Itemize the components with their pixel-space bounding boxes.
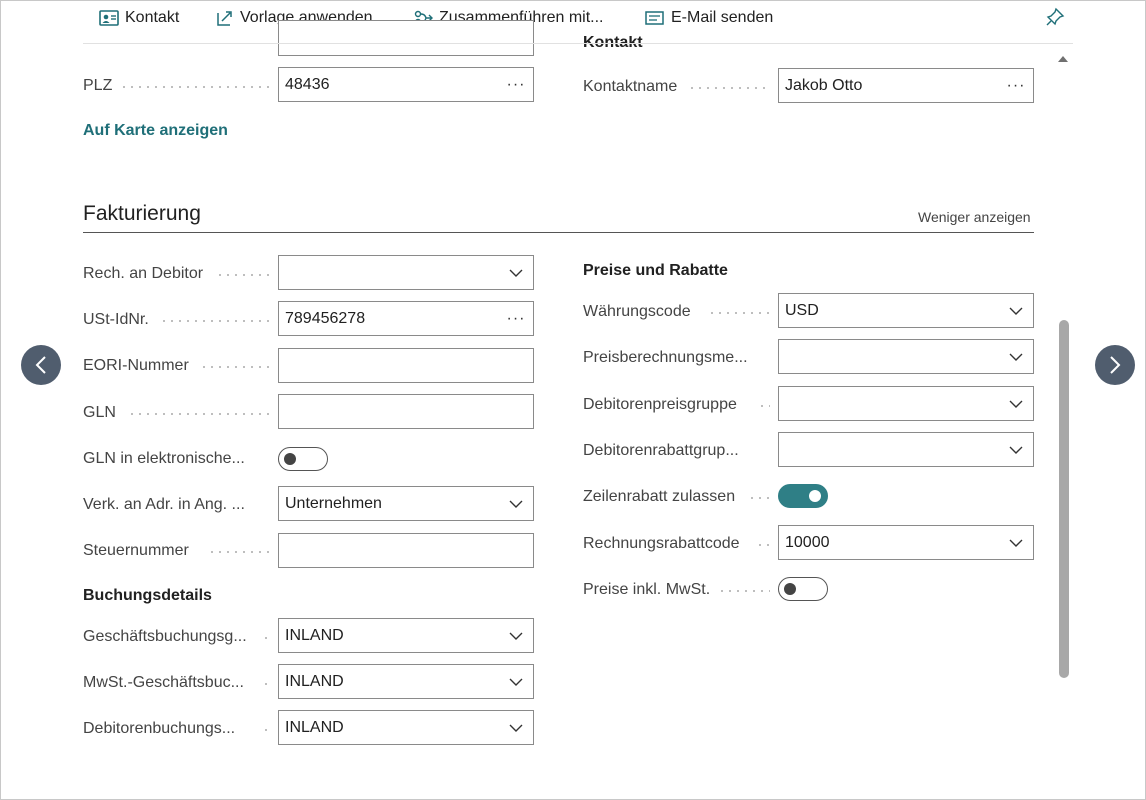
label-leader [748,497,770,499]
toggle-knob [284,453,296,465]
customer-posting-value: INLAND [285,718,344,736]
email-icon [645,11,664,25]
show-less-link[interactable]: Weniger anzeigen [918,209,1031,225]
chevron-down-icon[interactable] [999,446,1033,454]
previous-record-button[interactable] [21,345,61,385]
label-leader [758,405,770,407]
bill-to-dropdown[interactable] [278,255,534,290]
line-discount-label: Zeilenrabatt zulassen [583,488,736,505]
label-leader [756,544,770,546]
ship-addr-value: Unternehmen [285,494,382,512]
currency-dropdown[interactable]: USD [778,293,1034,328]
chevron-down-icon[interactable] [499,724,533,732]
contact-name-label: Kontaktname [583,78,678,95]
tax-no-label: Steuernummer [83,542,189,559]
bill-to-label: Rech. an Debitor [83,265,204,282]
chevron-down-icon[interactable] [499,678,533,686]
currency-value: USD [785,301,819,319]
next-record-button[interactable] [1095,345,1135,385]
price-calc-dropdown[interactable] [778,339,1034,374]
lookup-ellipsis-icon[interactable]: ··· [999,77,1033,95]
contact-action[interactable]: Kontakt [99,7,179,29]
label-leader [262,729,270,731]
contact-card-icon [99,10,119,26]
send-email-label: E-Mail senden [671,9,774,26]
toggle-knob [809,490,821,502]
eori-label: EORI-Nummer [83,357,189,374]
gln-field[interactable] [278,394,534,429]
price-group-dropdown[interactable] [778,386,1034,421]
customer-posting-dropdown[interactable]: INLAND [278,710,534,745]
vat-id-field[interactable]: 789456278 ··· [278,301,534,336]
lookup-ellipsis-icon[interactable]: ··· [499,310,533,328]
label-leader [262,683,270,685]
address-field-partial[interactable] [278,20,534,56]
label-leader [216,274,270,276]
chevron-down-icon[interactable] [999,307,1033,315]
vat-bus-posting-dropdown[interactable]: INLAND [278,664,534,699]
label-leader [718,590,770,592]
zip-field[interactable]: 48436 ··· [278,67,534,102]
contact-name-value: Jakob Otto [785,76,863,94]
contact-action-label: Kontakt [125,9,180,26]
scroll-up-arrow[interactable] [1058,56,1068,62]
label-leader [262,637,270,639]
pin-icon [1046,7,1065,26]
label-leader [160,320,270,322]
chevron-down-icon[interactable] [999,353,1033,361]
pin-action[interactable] [1045,7,1065,32]
chevron-down-icon[interactable] [499,269,533,277]
price-group-label: Debitorenpreisgruppe [583,396,737,413]
gen-bus-posting-label: Geschäftsbuchungsg... [83,628,247,645]
contact-section-title: Kontakt [583,36,643,50]
gln-electronic-toggle[interactable] [278,447,328,471]
chevron-down-icon[interactable] [999,539,1033,547]
action-toolbar: Kontakt Vorlage anwenden Zusammenführen … [83,0,1073,44]
posting-details-title: Buchungsdetails [83,587,212,604]
chevron-right-icon [1110,356,1121,374]
gen-bus-posting-dropdown[interactable]: INLAND [278,618,534,653]
send-email-action[interactable]: E-Mail senden [645,7,773,29]
prices-incl-vat-toggle[interactable] [778,577,828,601]
scrollbar-thumb[interactable] [1059,320,1069,678]
discount-group-label: Debitorenrabattgrup... [583,442,739,459]
prices-discounts-title: Preise und Rabatte [583,262,728,279]
gln-electronic-label: GLN in elektronische... [83,450,245,467]
invoice-discount-value: 10000 [785,533,830,551]
label-leader [128,413,270,415]
label-leader [208,551,270,553]
show-on-map-link[interactable]: Auf Karte anzeigen [83,122,228,140]
ship-addr-dropdown[interactable]: Unternehmen [278,486,534,521]
label-leader [200,366,270,368]
tax-no-field[interactable] [278,533,534,568]
chevron-down-icon[interactable] [999,400,1033,408]
line-discount-toggle[interactable] [778,484,828,508]
apply-template-icon [217,11,232,26]
ship-addr-label: Verk. an Adr. in Ang. ... [83,496,245,513]
customer-posting-label: Debitorenbuchungs... [83,720,236,737]
billing-section-title: Fakturierung [83,202,201,225]
contact-name-field[interactable]: Jakob Otto ··· [778,68,1034,103]
section-divider [83,232,1034,233]
vat-bus-posting-label: MwSt.-Geschäftsbuc... [83,674,244,691]
currency-label: Währungscode [583,303,691,320]
price-calc-label: Preisberechnungsme... [583,349,748,366]
chevron-down-icon[interactable] [499,500,533,508]
label-leader [708,312,770,314]
invoice-discount-label: Rechnungsrabattcode [583,535,740,552]
eori-field[interactable] [278,348,534,383]
lookup-ellipsis-icon[interactable]: ··· [499,76,533,94]
toggle-knob [784,583,796,595]
discount-group-dropdown[interactable] [778,432,1034,467]
chevron-left-icon [35,356,46,374]
gen-bus-posting-value: INLAND [285,626,344,644]
vat-id-value: 789456278 [285,309,366,327]
zip-value: 48436 [285,75,330,93]
label-leader [688,87,770,89]
vat-bus-posting-value: INLAND [285,672,344,690]
invoice-discount-dropdown[interactable]: 10000 [778,525,1034,560]
chevron-down-icon[interactable] [499,632,533,640]
label-leader [120,86,270,88]
